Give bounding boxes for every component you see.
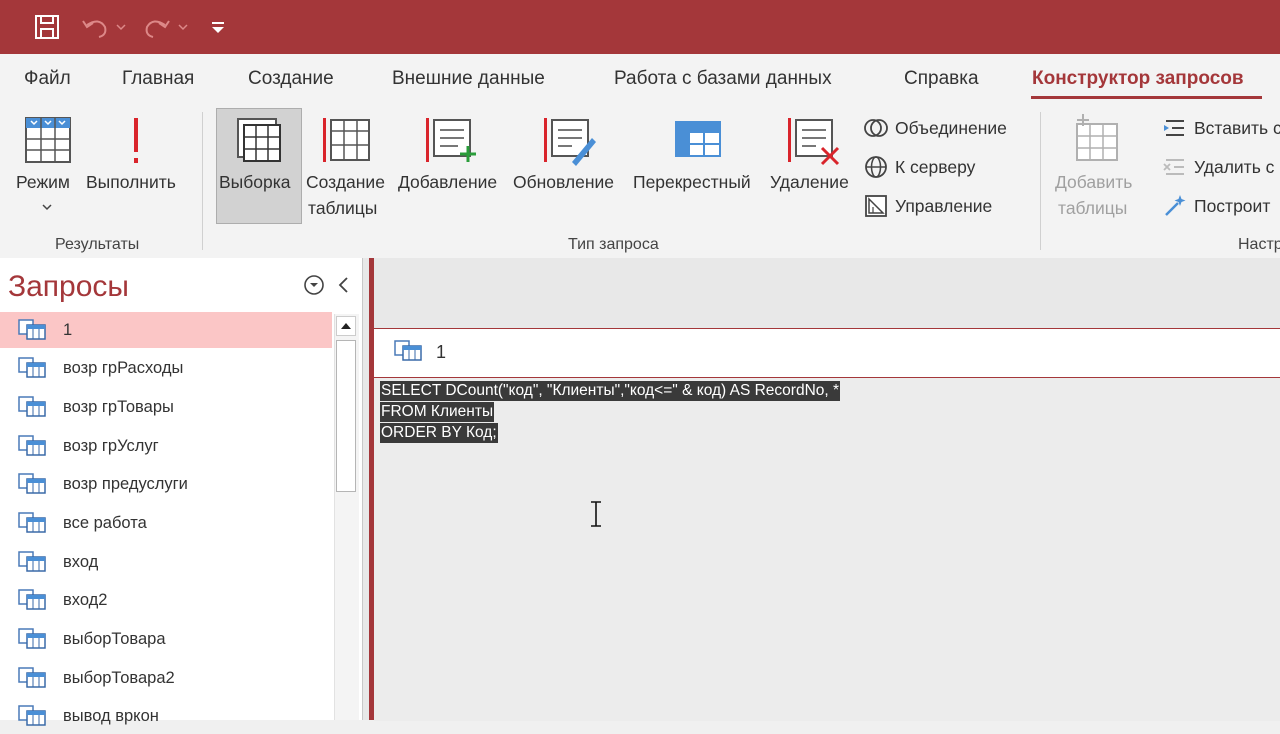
query-icon — [18, 667, 48, 694]
add-tables-button[interactable]: Добавить таблицы — [1052, 112, 1142, 222]
nav-item-query[interactable]: возр грТовары — [0, 389, 332, 425]
datasheet-view-icon — [25, 117, 71, 163]
group-label-query-type: Тип запроса — [568, 236, 659, 253]
passthrough-query-button[interactable]: К серверу — [863, 154, 975, 180]
nav-pane-title: Запросы — [8, 270, 129, 303]
exclamation-icon — [134, 118, 138, 163]
tab-help[interactable]: Справка — [904, 68, 979, 90]
globe-icon — [865, 156, 887, 178]
query-icon — [18, 396, 48, 423]
query-icon — [18, 473, 48, 500]
group-divider — [202, 112, 203, 250]
delete-rows-icon — [1163, 159, 1184, 175]
nav-item-query[interactable]: возр грРасходы — [0, 350, 332, 386]
query-icon — [18, 628, 48, 655]
query-icon — [18, 319, 48, 346]
tab-external-data[interactable]: Внешние данные — [392, 68, 545, 90]
data-definition-icon — [865, 195, 887, 217]
nav-menu-icon[interactable] — [303, 274, 325, 301]
update-query-button[interactable]: Обновление — [512, 112, 626, 222]
nav-item-query[interactable]: возр грУслуг — [0, 428, 332, 464]
scroll-thumb[interactable] — [336, 340, 356, 492]
undo-icon[interactable] — [78, 10, 128, 44]
nav-item-query[interactable]: возр предуслуги — [0, 466, 332, 502]
collapse-pane-icon[interactable] — [334, 274, 354, 301]
text-cursor-icon — [589, 500, 603, 533]
query-icon — [18, 512, 48, 539]
tab-query-design[interactable]: Конструктор запросов — [1032, 68, 1244, 90]
title-bar — [0, 0, 1280, 54]
tab-file[interactable]: Файл — [24, 68, 71, 90]
union-icon — [864, 119, 888, 137]
add-tables-icon — [1076, 114, 1118, 161]
select-query-icon — [237, 118, 281, 162]
group-divider — [1040, 112, 1041, 250]
group-label-results: Результаты — [55, 236, 140, 253]
union-query-button[interactable]: Объединение — [863, 115, 1007, 141]
sql-text-area[interactable] — [376, 380, 1276, 710]
crosstab-query-button[interactable]: Перекрестный — [630, 112, 766, 222]
sql-line: SELECT DCount("код", "Клиенты","код<=" &… — [380, 381, 841, 401]
tab-database-tools[interactable]: Работа с базами данных — [614, 68, 832, 90]
crosstab-query-icon — [675, 121, 721, 157]
nav-item-query[interactable]: вывод вркон — [0, 698, 332, 734]
group-label-setup: Настр — [1238, 236, 1280, 253]
redo-icon[interactable] — [140, 10, 190, 44]
customize-toolbar-icon[interactable] — [206, 10, 230, 44]
delete-rows-button[interactable]: Удалить с — [1162, 154, 1274, 180]
query-icon — [18, 589, 48, 616]
nav-item-query[interactable]: вход — [0, 544, 332, 580]
append-query-button[interactable]: Добавление — [396, 112, 508, 222]
tab-create[interactable]: Создание — [248, 68, 334, 90]
chevron-down-icon — [42, 204, 52, 211]
data-definition-button[interactable]: Управление — [863, 193, 992, 219]
sql-line: ORDER BY Код; — [380, 423, 498, 443]
run-button[interactable]: Выполнить — [86, 112, 186, 222]
builder-button[interactable]: Построит — [1162, 193, 1270, 219]
update-query-icon — [544, 118, 596, 166]
sql-line: FROM Клиенты — [380, 402, 495, 422]
scroll-up-arrow[interactable] — [336, 316, 356, 336]
nav-item-query[interactable]: выборТовара — [0, 621, 332, 657]
query-icon — [394, 340, 424, 367]
nav-item-query[interactable]: все работа — [0, 505, 332, 541]
active-tab-indicator — [1031, 96, 1262, 99]
view-mode-button[interactable]: Режим — [10, 112, 82, 222]
tab-home[interactable]: Главная — [122, 68, 194, 90]
select-query-button[interactable]: Выборка — [216, 108, 302, 224]
query-icon — [18, 357, 48, 384]
make-table-icon — [323, 118, 370, 162]
nav-item-query[interactable]: 1 — [0, 312, 332, 348]
document-tab[interactable] — [374, 329, 1280, 378]
query-icon — [18, 435, 48, 462]
document-tab-title: 1 — [436, 342, 447, 362]
query-icon — [18, 551, 48, 578]
insert-rows-button[interactable]: Вставить с — [1162, 115, 1280, 141]
delete-query-icon — [788, 118, 840, 166]
insert-rows-icon — [1164, 120, 1184, 136]
nav-item-query[interactable]: выборТовара2 — [0, 660, 332, 696]
make-table-button[interactable]: Создание таблицы — [305, 112, 391, 222]
query-icon — [18, 705, 48, 732]
save-icon[interactable] — [30, 10, 64, 44]
delete-query-button[interactable]: Удаление — [768, 112, 858, 222]
append-query-icon — [426, 118, 476, 162]
nav-item-query[interactable]: вход2 — [0, 582, 332, 618]
magic-wand-icon — [1165, 195, 1186, 216]
